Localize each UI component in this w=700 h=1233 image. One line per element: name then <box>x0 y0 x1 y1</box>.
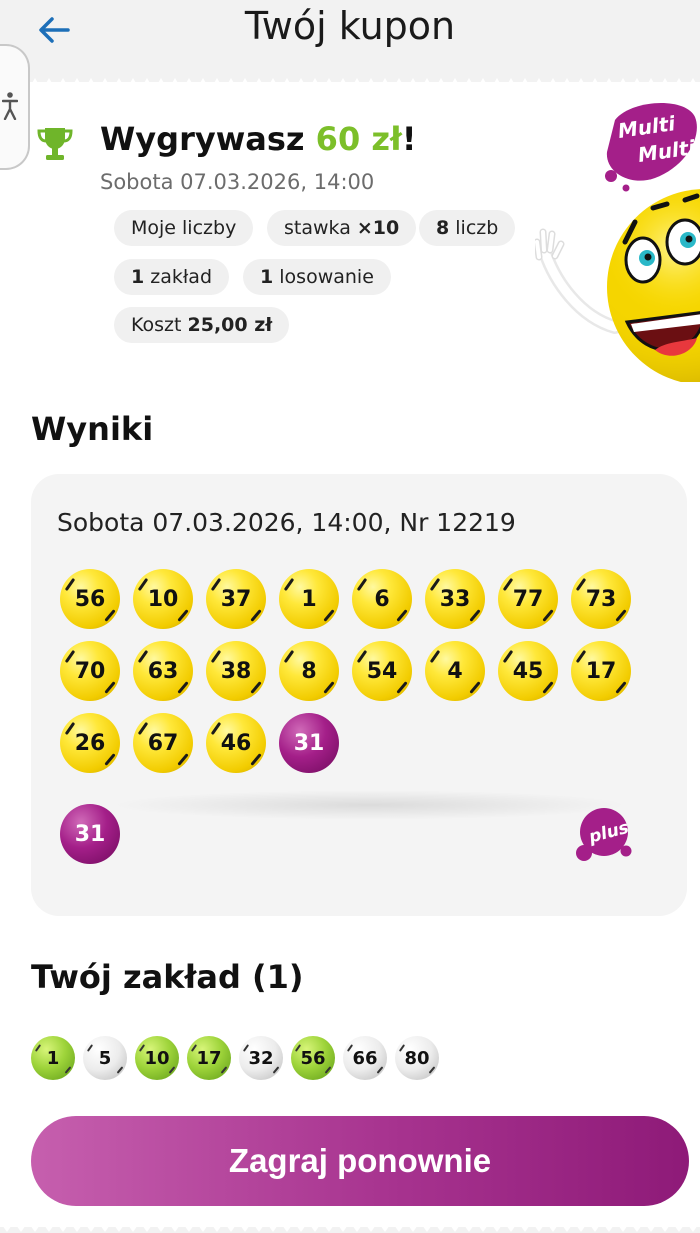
win-prefix: Wygrywasz <box>100 120 316 158</box>
plus-ball: 31 <box>60 804 120 864</box>
bet-ball-number: 56 <box>300 1047 326 1069</box>
bet-ball-hit: 10 <box>135 1036 179 1080</box>
bet-ball-number: 1 <box>46 1047 60 1069</box>
result-ball: 70 <box>60 641 120 701</box>
result-ball: 10 <box>133 569 193 629</box>
result-ball-number: 45 <box>512 658 544 684</box>
chip-draws-label: losowanie <box>279 266 374 288</box>
accessibility-button[interactable] <box>0 44 30 170</box>
result-ball-number: 17 <box>585 658 617 684</box>
play-again-button[interactable]: Zagraj ponownie <box>31 1116 689 1206</box>
chip-count-value: 8 <box>436 217 450 239</box>
results-draw-info: Sobota 07.03.2026, 14:00, Nr 12219 <box>57 508 516 537</box>
result-ball-number: 38 <box>220 658 252 684</box>
result-ball: 26 <box>60 713 120 773</box>
results-title: Wyniki <box>31 410 154 448</box>
chip-cost: Koszt 25,00 zł <box>114 307 290 343</box>
chip-my-numbers: Moje liczby <box>114 210 254 246</box>
result-ball-number: 33 <box>439 586 471 612</box>
chip-bets: 1 zakład <box>114 259 230 295</box>
plus-ball-number: 31 <box>74 821 106 847</box>
result-ball: 54 <box>352 641 412 701</box>
result-ball-number: 26 <box>74 730 106 756</box>
chip-stake-value: ×10 <box>356 217 400 239</box>
bet-ball-number: 5 <box>98 1047 112 1069</box>
win-amount: 60 zł <box>315 120 402 158</box>
bet-ball-number: 66 <box>352 1047 378 1069</box>
result-ball: 4 <box>425 641 485 701</box>
bet-title: Twój zakład (1) <box>31 958 304 996</box>
result-ball: 33 <box>425 569 485 629</box>
result-ball: 31 <box>279 713 339 773</box>
result-ball-number: 8 <box>301 658 317 684</box>
result-ball-number: 31 <box>293 730 325 756</box>
result-ball-number: 4 <box>447 658 463 684</box>
bet-ball-number: 32 <box>248 1047 274 1069</box>
bet-ball-hit: 1 <box>31 1036 75 1080</box>
result-ball-number: 46 <box>220 730 252 756</box>
chip-number-count: 8 liczb <box>419 210 516 246</box>
result-ball: 56 <box>60 569 120 629</box>
result-ball: 38 <box>206 641 266 701</box>
chip-cost-value: 25,00 zł <box>187 314 273 336</box>
result-ball-number: 6 <box>374 586 390 612</box>
bet-ball: 5 <box>83 1036 127 1080</box>
bet-ball: 66 <box>343 1036 387 1080</box>
bet-ball-hit: 17 <box>187 1036 231 1080</box>
page-title: Twój kupon <box>244 4 456 48</box>
plus-logo-icon: plus <box>576 808 632 861</box>
mascot-arm <box>535 228 622 334</box>
result-ball-number: 77 <box>512 586 544 612</box>
chip-stake-label: stawka <box>284 217 351 239</box>
multi-multi-mascot: Multi Multi <box>535 103 700 382</box>
result-ball-number: 63 <box>147 658 179 684</box>
result-ball: 1 <box>279 569 339 629</box>
result-ball-number: 67 <box>147 730 179 756</box>
win-suffix: ! <box>401 120 417 158</box>
bet-ball-number: 80 <box>404 1047 430 1069</box>
multi-multi-logo: Multi Multi <box>605 103 698 192</box>
result-ball-number: 54 <box>366 658 398 684</box>
trophy-icon <box>37 128 73 160</box>
ticket-edge-bottom <box>0 1222 700 1232</box>
bet-ball: 80 <box>395 1036 439 1080</box>
result-ball: 73 <box>571 569 631 629</box>
ticket-edge-top <box>0 78 700 90</box>
chip-draws: 1 losowanie <box>243 259 391 295</box>
bet-ball-hit: 56 <box>291 1036 335 1080</box>
result-ball-number: 73 <box>585 586 617 612</box>
result-ball-number: 70 <box>74 658 106 684</box>
chip-count-label: liczb <box>455 217 499 239</box>
result-ball: 17 <box>571 641 631 701</box>
results-divider-shadow <box>110 790 630 820</box>
result-ball: 8 <box>279 641 339 701</box>
chip-bets-value: 1 <box>131 266 145 288</box>
chip-draws-value: 1 <box>260 266 274 288</box>
result-ball-number: 56 <box>74 586 106 612</box>
chip-my-numbers-label: Moje liczby <box>131 217 237 239</box>
result-ball-number: 37 <box>220 586 252 612</box>
result-ball: 77 <box>498 569 558 629</box>
bet-ball-number: 17 <box>196 1047 222 1069</box>
result-ball: 6 <box>352 569 412 629</box>
chip-stake: stawka ×10 <box>267 210 417 246</box>
bet-ball-number: 10 <box>144 1047 170 1069</box>
result-ball: 63 <box>133 641 193 701</box>
draw-date: Sobota 07.03.2026, 14:00 <box>100 170 375 194</box>
accessibility-icon <box>2 92 18 120</box>
bet-ball: 32 <box>239 1036 283 1080</box>
chip-cost-label: Koszt <box>131 314 182 336</box>
result-ball: 37 <box>206 569 266 629</box>
win-headline: Wygrywasz 60 zł! <box>100 120 416 158</box>
mascot-ball <box>607 189 700 382</box>
result-ball: 45 <box>498 641 558 701</box>
result-ball-number: 1 <box>301 586 317 612</box>
chip-bets-label: zakład <box>150 266 213 288</box>
result-ball-number: 10 <box>147 586 179 612</box>
result-ball: 46 <box>206 713 266 773</box>
result-ball: 67 <box>133 713 193 773</box>
